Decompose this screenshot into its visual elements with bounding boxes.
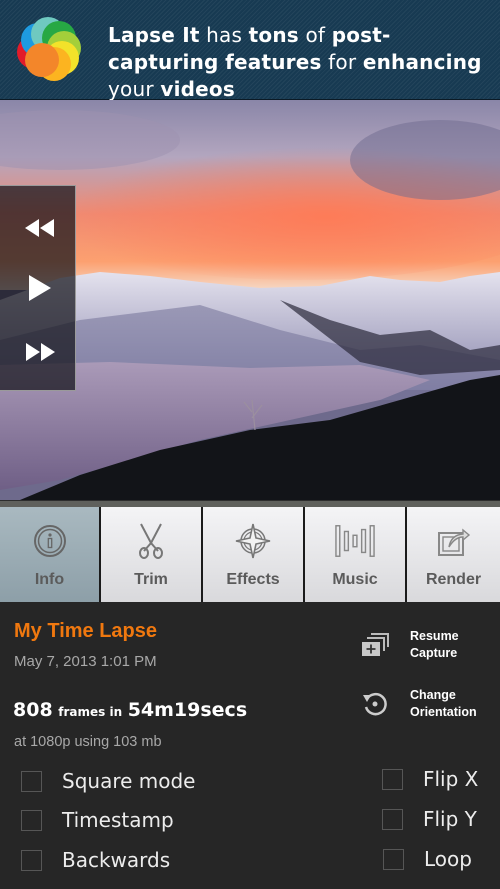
- duration: 54m19secs: [127, 699, 248, 721]
- tab-label: Trim: [134, 571, 168, 588]
- play-icon: [29, 275, 51, 301]
- edit-toolbar: Info Trim Effects Music Render: [0, 507, 500, 602]
- banner-segment: your: [108, 77, 161, 101]
- frames-summary: 808 frames in 54m19secs: [13, 699, 247, 721]
- banner-segment: features: [225, 50, 322, 74]
- backwards-checkbox[interactable]: Backwards: [21, 848, 170, 872]
- tab-label: Info: [34, 571, 65, 588]
- promo-banner: Lapse It has tons of post-capturing feat…: [0, 0, 500, 103]
- banner-headline: Lapse It has tons of post-capturing feat…: [108, 22, 488, 103]
- flip-x-checkbox[interactable]: Flip X: [382, 767, 478, 791]
- loop-checkbox[interactable]: Loop: [383, 847, 472, 871]
- tab-label: Music: [332, 571, 378, 588]
- banner-segment: tons: [248, 23, 299, 47]
- tab-label: Effects: [226, 571, 280, 588]
- banner-segment: videos: [160, 77, 235, 101]
- square-mode-checkbox[interactable]: Square mode: [21, 769, 196, 793]
- checkbox-box[interactable]: [382, 808, 403, 830]
- fast-forward-button[interactable]: [20, 334, 60, 370]
- tab-render[interactable]: Render: [407, 507, 500, 602]
- checkbox-box[interactable]: [382, 768, 403, 790]
- label-line: Capture: [410, 646, 458, 660]
- banner-segment: Lapse It: [108, 23, 200, 47]
- effects-icon: [235, 523, 271, 559]
- frames-word: frames in: [58, 705, 123, 719]
- change-orientation-button[interactable]: Change Orientation: [360, 688, 477, 719]
- checkbox-label: Flip Y: [423, 807, 477, 831]
- checkbox-box[interactable]: [21, 770, 42, 792]
- checkbox-box[interactable]: [383, 848, 404, 870]
- frames-count: 808: [13, 699, 53, 721]
- checkbox-label: Flip X: [423, 767, 479, 791]
- tab-effects[interactable]: Effects: [203, 507, 305, 602]
- checkbox-label: Loop: [424, 847, 472, 871]
- banner-segment: for: [321, 50, 363, 74]
- checkbox-label: Timestamp: [62, 808, 174, 832]
- play-button[interactable]: [20, 270, 60, 306]
- info-icon: [33, 525, 66, 557]
- resume-capture-button[interactable]: Resume Capture: [360, 629, 459, 660]
- render-share-icon: [437, 528, 470, 556]
- rewind-button[interactable]: [20, 210, 60, 246]
- fast-forward-icon: [26, 343, 55, 361]
- music-icon: [335, 525, 375, 557]
- tab-info[interactable]: Info: [0, 507, 101, 602]
- project-date: May 7, 2013 1:01 PM: [14, 653, 157, 670]
- checkbox-label: Square mode: [62, 769, 196, 793]
- label-line: Change: [410, 688, 456, 702]
- tab-music[interactable]: Music: [305, 507, 407, 602]
- banner-segment: has: [199, 23, 249, 47]
- toolbar-divider: [0, 500, 500, 507]
- scissors-icon: [139, 523, 163, 559]
- checkbox-label: Backwards: [62, 848, 171, 872]
- project-title[interactable]: My Time Lapse: [14, 620, 157, 643]
- change-orientation-label: Change Orientation: [410, 687, 477, 721]
- banner-segment: enhancing: [362, 50, 482, 74]
- rotate-icon: [363, 692, 387, 716]
- label-line: Orientation: [410, 705, 477, 719]
- lapse-it-logo-icon: [17, 17, 81, 81]
- resolution-info: at 1080p using 103 mb: [14, 734, 162, 750]
- checkbox-box[interactable]: [21, 849, 42, 871]
- timestamp-checkbox[interactable]: Timestamp: [21, 808, 174, 832]
- banner-segment: of: [298, 23, 332, 47]
- tab-label: Render: [425, 571, 482, 588]
- flip-y-checkbox[interactable]: Flip Y: [382, 807, 477, 831]
- label-line: Resume: [410, 629, 459, 643]
- playback-controls: [0, 185, 76, 391]
- resume-capture-icon: [362, 633, 389, 656]
- checkbox-box[interactable]: [21, 809, 42, 831]
- tab-trim[interactable]: Trim: [101, 507, 203, 602]
- resume-capture-label: Resume Capture: [410, 628, 459, 662]
- rewind-icon: [25, 219, 54, 237]
